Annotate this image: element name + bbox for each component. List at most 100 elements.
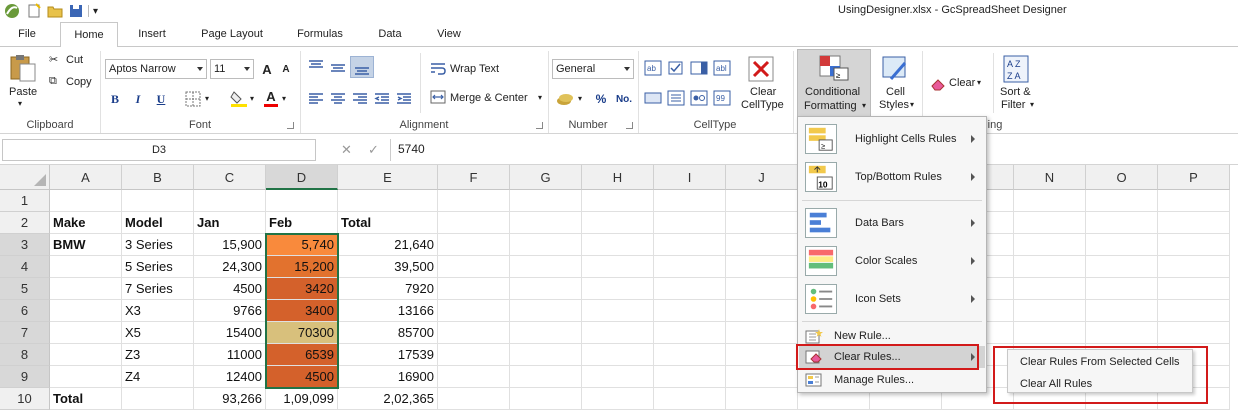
cell-e10[interactable]: 2,02,365: [338, 388, 438, 410]
cell-p6[interactable]: [1158, 300, 1230, 322]
select-all-corner[interactable]: [0, 165, 50, 190]
row-header-8[interactable]: 8: [0, 344, 50, 366]
cell-n4[interactable]: [1014, 256, 1086, 278]
cell-e6[interactable]: 13166: [338, 300, 438, 322]
align-middle-icon[interactable]: [330, 61, 346, 75]
celltype-list-icon[interactable]: [667, 90, 685, 106]
menu-item-top-bottom-rules[interactable]: 10 Top/Bottom Rules: [799, 159, 985, 195]
cell-g5[interactable]: [510, 278, 582, 300]
cell-j9[interactable]: [726, 366, 798, 388]
cell-f4[interactable]: [438, 256, 510, 278]
celltype-combo-icon[interactable]: [690, 60, 708, 76]
fill-color-dropdown-icon[interactable]: ▾: [250, 94, 254, 103]
borders-icon[interactable]: [185, 91, 201, 107]
cell-g10[interactable]: [510, 388, 582, 410]
paste-icon[interactable]: [8, 53, 38, 83]
cell-a10[interactable]: Total: [50, 388, 122, 410]
cell-c8[interactable]: 11000: [194, 344, 266, 366]
clear-celltype-label[interactable]: Clear: [750, 86, 776, 98]
cell-g8[interactable]: [510, 344, 582, 366]
row-header-4[interactable]: 4: [0, 256, 50, 278]
column-header-f[interactable]: F: [438, 165, 510, 190]
wrap-text-button[interactable]: Wrap Text: [450, 63, 499, 75]
cell-d4[interactable]: 15,200: [266, 256, 338, 278]
cell-h8[interactable]: [582, 344, 654, 366]
cell-h5[interactable]: [582, 278, 654, 300]
cell-b6[interactable]: X3: [122, 300, 194, 322]
cell-h9[interactable]: [582, 366, 654, 388]
cell-b10[interactable]: [122, 388, 194, 410]
cell-c3[interactable]: 15,900: [194, 234, 266, 256]
cell-p2[interactable]: [1158, 212, 1230, 234]
cell-h2[interactable]: [582, 212, 654, 234]
celltype-hyperlink-icon[interactable]: abl: [713, 60, 731, 76]
copy-button[interactable]: Copy: [66, 76, 92, 88]
row-header-1[interactable]: 1: [0, 190, 50, 212]
cell-g2[interactable]: [510, 212, 582, 234]
cell-o3[interactable]: [1086, 234, 1158, 256]
cell-e9[interactable]: 16900: [338, 366, 438, 388]
cell-g1[interactable]: [510, 190, 582, 212]
cell-o5[interactable]: [1086, 278, 1158, 300]
name-box[interactable]: D3: [2, 139, 316, 161]
sort-filter-icon[interactable]: A Z Z A: [1003, 55, 1029, 83]
italic-button[interactable]: I: [128, 89, 148, 109]
align-center-icon[interactable]: [330, 92, 346, 106]
cell-n3[interactable]: [1014, 234, 1086, 256]
row-header-6[interactable]: 6: [0, 300, 50, 322]
cell-f7[interactable]: [438, 322, 510, 344]
grow-font-button[interactable]: A: [257, 59, 277, 79]
column-header-e[interactable]: E: [338, 165, 438, 190]
clear-celltype-icon[interactable]: [747, 55, 775, 83]
column-header-b[interactable]: B: [122, 165, 194, 190]
cell-c1[interactable]: [194, 190, 266, 212]
cell-b5[interactable]: 7 Series: [122, 278, 194, 300]
cell-i6[interactable]: [654, 300, 726, 322]
cell-e5[interactable]: 7920: [338, 278, 438, 300]
menu-item-color-scales[interactable]: Color Scales: [799, 243, 985, 279]
cell-j2[interactable]: [726, 212, 798, 234]
cell-styles-label[interactable]: Cell: [886, 86, 905, 98]
cell-d9[interactable]: 4500: [266, 366, 338, 388]
celltype-radio-icon[interactable]: [690, 90, 708, 106]
cell-d5[interactable]: 3420: [266, 278, 338, 300]
font-name-combo[interactable]: Aptos Narrow: [105, 59, 207, 79]
save-icon[interactable]: [68, 3, 84, 19]
cut-button[interactable]: Cut: [66, 54, 83, 66]
cell-h6[interactable]: [582, 300, 654, 322]
cell-g7[interactable]: [510, 322, 582, 344]
menu-item-highlight-cells-rules[interactable]: ≥ Highlight Cells Rules: [799, 121, 985, 157]
cell-b7[interactable]: X5: [122, 322, 194, 344]
number-dialog-launcher-icon[interactable]: [626, 122, 633, 129]
cell-j7[interactable]: [726, 322, 798, 344]
cell-n1[interactable]: [1014, 190, 1086, 212]
cell-d2[interactable]: Feb: [266, 212, 338, 234]
cell-c10[interactable]: 93,266: [194, 388, 266, 410]
cell-a5[interactable]: [50, 278, 122, 300]
cell-c7[interactable]: 15400: [194, 322, 266, 344]
clear-all-rules[interactable]: Clear All Rules: [1020, 375, 1190, 393]
qat-customize-icon[interactable]: ▾: [93, 6, 98, 17]
column-header-g[interactable]: G: [510, 165, 582, 190]
row-header-5[interactable]: 5: [0, 278, 50, 300]
cell-i5[interactable]: [654, 278, 726, 300]
copy-icon[interactable]: ⧉: [49, 75, 57, 88]
column-header-c[interactable]: C: [194, 165, 266, 190]
column-header-h[interactable]: H: [582, 165, 654, 190]
cell-c9[interactable]: 12400: [194, 366, 266, 388]
cell-j4[interactable]: [726, 256, 798, 278]
cell-i3[interactable]: [654, 234, 726, 256]
cell-a7[interactable]: [50, 322, 122, 344]
tab-formulas[interactable]: Formulas: [288, 22, 352, 46]
shrink-font-button[interactable]: A: [276, 59, 296, 79]
cell-f10[interactable]: [438, 388, 510, 410]
cell-h4[interactable]: [582, 256, 654, 278]
cell-o4[interactable]: [1086, 256, 1158, 278]
column-header-o[interactable]: O: [1086, 165, 1158, 190]
cell-e8[interactable]: 17539: [338, 344, 438, 366]
cell-o7[interactable]: [1086, 322, 1158, 344]
cell-g3[interactable]: [510, 234, 582, 256]
cell-c6[interactable]: 9766: [194, 300, 266, 322]
cell-a6[interactable]: [50, 300, 122, 322]
align-top-icon[interactable]: [308, 59, 324, 73]
